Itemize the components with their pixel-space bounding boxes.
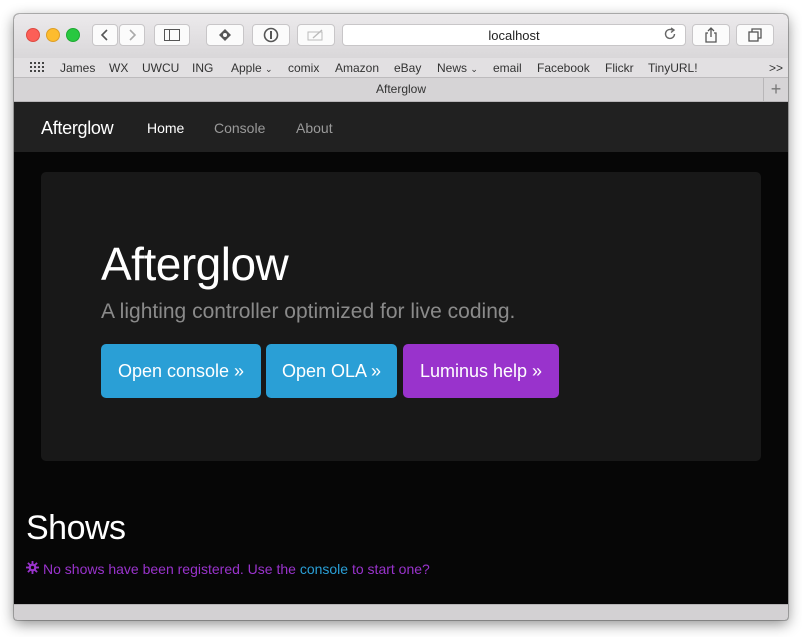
bookmark-item[interactable]: eBay [394,61,421,75]
bookmark-folder-label: News [437,61,468,75]
forward-button[interactable] [119,24,145,46]
chevron-right-icon [129,29,137,41]
close-window-button[interactable] [26,28,40,42]
bookmark-folder-label: Apple [231,61,262,75]
hero-subtitle: A lighting controller optimized for live… [101,300,516,323]
tab-bar: Afterglow + [14,78,788,102]
chevron-down-icon: ⌄ [265,64,273,74]
bookmark-item[interactable]: ING [192,61,213,75]
password-button[interactable] [252,24,290,46]
minimize-window-button[interactable] [46,28,60,42]
bookmark-folder[interactable]: News ⌄ [437,61,478,75]
bookmark-item[interactable]: James [60,61,95,75]
bookmark-folder[interactable]: Apple ⌄ [231,61,273,75]
notice-text-before: No shows have been registered. Use the [43,561,296,577]
bookmark-item[interactable]: email [493,61,522,75]
chevron-left-icon [100,29,108,41]
bookmark-item[interactable]: comix [288,61,319,75]
annotate-button[interactable] [297,24,335,46]
share-button[interactable] [692,24,730,46]
gear-icon [26,561,39,577]
bookmarks-overflow-button[interactable]: >> [769,61,783,75]
jumbotron: Afterglow A lighting controller optimize… [41,172,761,461]
shows-notice: No shows have been registered. Use the c… [26,561,430,577]
share-icon [705,27,717,43]
site-navbar: Afterglow Home Console About [14,102,788,152]
plus-icon: + [770,79,782,99]
browser-window: localhost James WX UWCU ING Apple ⌄ comi… [14,14,788,620]
back-button[interactable] [92,24,118,46]
bookmark-item[interactable]: UWCU [142,61,179,75]
password-manager-icon [263,27,279,43]
tabs-icon [748,28,762,42]
reload-icon[interactable] [663,27,677,44]
new-tab-button[interactable]: + [763,78,788,101]
zoom-window-button[interactable] [66,28,80,42]
hero-title: Afterglow [101,238,289,290]
sidebar-icon [164,29,180,41]
bookmark-item[interactable]: Flickr [605,61,634,75]
tab-title[interactable]: Afterglow [376,82,426,96]
bookmark-item[interactable]: Amazon [335,61,379,75]
luminus-help-button[interactable]: Luminus help » [403,344,559,398]
grid-icon[interactable] [30,61,44,76]
status-bar [14,604,788,620]
bookmark-item[interactable]: TinyURL! [648,61,698,75]
bookmark-item[interactable]: Facebook [537,61,590,75]
browser-toolbar: localhost [14,14,788,58]
open-ola-button[interactable]: Open OLA » [266,344,397,398]
navbar-brand[interactable]: Afterglow [41,118,114,139]
tag-icon [219,29,231,41]
nav-link-about[interactable]: About [296,120,333,136]
pencil-icon [307,29,323,41]
nav-link-console[interactable]: Console [214,120,265,136]
address-bar[interactable]: localhost [342,24,686,46]
extension-button[interactable] [206,24,244,46]
url-text: localhost [488,27,540,43]
chevron-down-icon: ⌄ [470,64,478,74]
tabs-overview-button[interactable] [736,24,774,46]
shows-heading: Shows [26,509,126,547]
page-content: Afterglow A lighting controller optimize… [14,152,788,604]
bookmarks-bar: James WX UWCU ING Apple ⌄ comix Amazon e… [14,58,788,78]
sidebar-button[interactable] [154,24,190,46]
bookmark-item[interactable]: WX [109,61,128,75]
notice-text-after: to start one? [351,561,430,577]
nav-link-home[interactable]: Home [147,120,184,136]
console-link[interactable]: console [300,561,348,577]
open-console-button[interactable]: Open console » [101,344,261,398]
